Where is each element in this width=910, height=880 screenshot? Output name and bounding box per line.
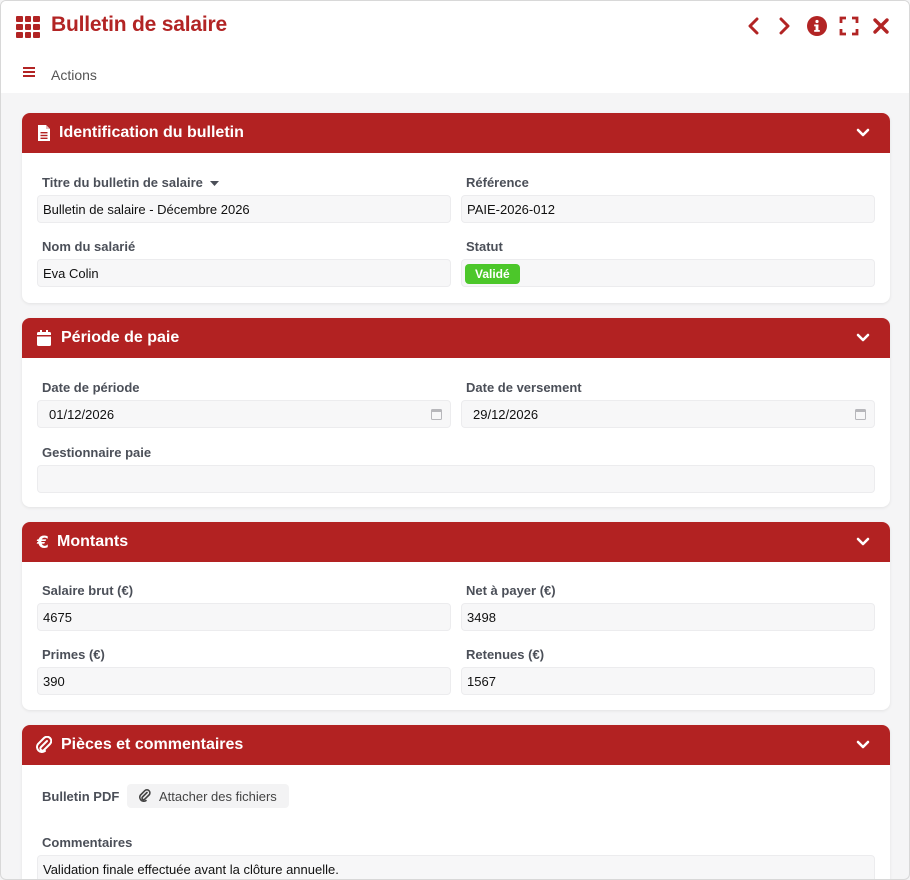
pieces-body: Bulletin PDF Attacher des fichiers Comme… (22, 765, 890, 879)
commentaires-label: Commentaires (42, 835, 133, 850)
chevron-left-icon (748, 17, 759, 35)
section-header-pieces[interactable]: Pièces et commentaires (22, 725, 890, 765)
brut-label: Salaire brut (€) (42, 583, 134, 598)
statut-field[interactable]: Validé (461, 259, 875, 287)
section-pieces: Pièces et commentaires Bulletin PDF Atta… (22, 725, 890, 879)
chevron-down-icon[interactable] (856, 331, 870, 345)
section-header-periode[interactable]: Période de paie (22, 318, 890, 358)
info-button[interactable] (807, 15, 827, 37)
date-versement-value: 29/12/2026 (473, 407, 539, 422)
euro-icon: € (36, 533, 49, 551)
previous-record-button[interactable] (743, 15, 763, 37)
commentaires-field[interactable]: Validation finale effectuée avant la clô… (37, 855, 875, 879)
date-versement-field[interactable]: 29/12/2026 (461, 400, 875, 428)
reference-label: Référence (466, 175, 529, 190)
section-header-identification[interactable]: Identification du bulletin (22, 113, 890, 153)
titre-field[interactable]: Bulletin de salaire - Décembre 2026 (37, 195, 451, 223)
attach-files-button[interactable]: Attacher des fichiers (127, 784, 289, 808)
reference-field[interactable]: PAIE-2026-012 (461, 195, 875, 223)
salarie-field[interactable]: Eva Colin (37, 259, 451, 287)
brut-field[interactable]: 4675 (37, 603, 451, 631)
pdf-label: Bulletin PDF (42, 789, 120, 804)
paperclip-icon (36, 736, 52, 753)
info-icon (807, 16, 827, 36)
calendar-icon[interactable] (855, 408, 866, 420)
status-badge: Validé (465, 264, 520, 284)
paperclip-icon (139, 789, 151, 802)
date-periode-field[interactable]: 01/12/2026 (37, 400, 451, 428)
chevron-down-icon[interactable] (856, 126, 870, 140)
retenues-field[interactable]: 1567 (461, 667, 875, 695)
salarie-label: Nom du salarié (42, 239, 136, 254)
attach-files-label: Attacher des fichiers (159, 788, 277, 804)
gestionnaire-field[interactable] (37, 465, 875, 493)
date-periode-value: 01/12/2026 (49, 407, 115, 422)
date-periode-label: Date de période (42, 380, 140, 395)
chevron-down-icon[interactable] (856, 535, 870, 549)
chevron-down-icon[interactable] (856, 738, 870, 752)
app-grid-icon[interactable] (16, 16, 40, 38)
window-title: Bulletin de salaire (51, 13, 227, 36)
expand-icon (839, 16, 859, 36)
title-row: Bulletin de salaire (1, 1, 909, 53)
retenues-label: Retenues (€) (466, 647, 545, 662)
caret-down-icon[interactable] (210, 180, 220, 187)
close-icon (873, 18, 889, 34)
section-identification: Identification du bulletin Titre du bull… (22, 113, 890, 303)
calendar-icon[interactable] (431, 408, 442, 420)
net-label: Net à payer (€) (466, 583, 556, 598)
menu-icon[interactable] (23, 67, 35, 77)
section-montants: € Montants Salaire brut (€) 4675 Net à p… (22, 522, 890, 710)
section-title: Période de paie (61, 329, 180, 346)
net-field[interactable]: 3498 (461, 603, 875, 631)
calendar-icon (37, 330, 51, 346)
primes-label: Primes (€) (42, 647, 105, 662)
fullscreen-button[interactable] (839, 15, 859, 37)
svg-text:€: € (36, 533, 49, 551)
section-title: Identification du bulletin (59, 124, 244, 141)
section-title: Montants (57, 533, 129, 550)
window-controls (743, 15, 891, 37)
document-icon (38, 125, 50, 141)
statut-label: Statut (466, 239, 503, 254)
app-window: Bulletin de salaire Actions Identificati… (0, 0, 910, 880)
date-versement-label: Date de versement (466, 380, 582, 395)
section-periode: Période de paie Date de période 01/12/20… (22, 318, 890, 507)
primes-field[interactable]: 390 (37, 667, 451, 695)
section-header-montants[interactable]: € Montants (22, 522, 890, 562)
actions-menu[interactable]: Actions (51, 67, 97, 83)
section-title: Pièces et commentaires (61, 736, 244, 753)
titre-label: Titre du bulletin de salaire (42, 175, 220, 190)
gestionnaire-label: Gestionnaire paie (42, 445, 152, 460)
close-button[interactable] (871, 15, 891, 37)
next-record-button[interactable] (775, 15, 795, 37)
top-bar: Bulletin de salaire Actions (1, 1, 909, 93)
chevron-right-icon (779, 17, 790, 35)
actions-row: Actions (1, 53, 909, 93)
